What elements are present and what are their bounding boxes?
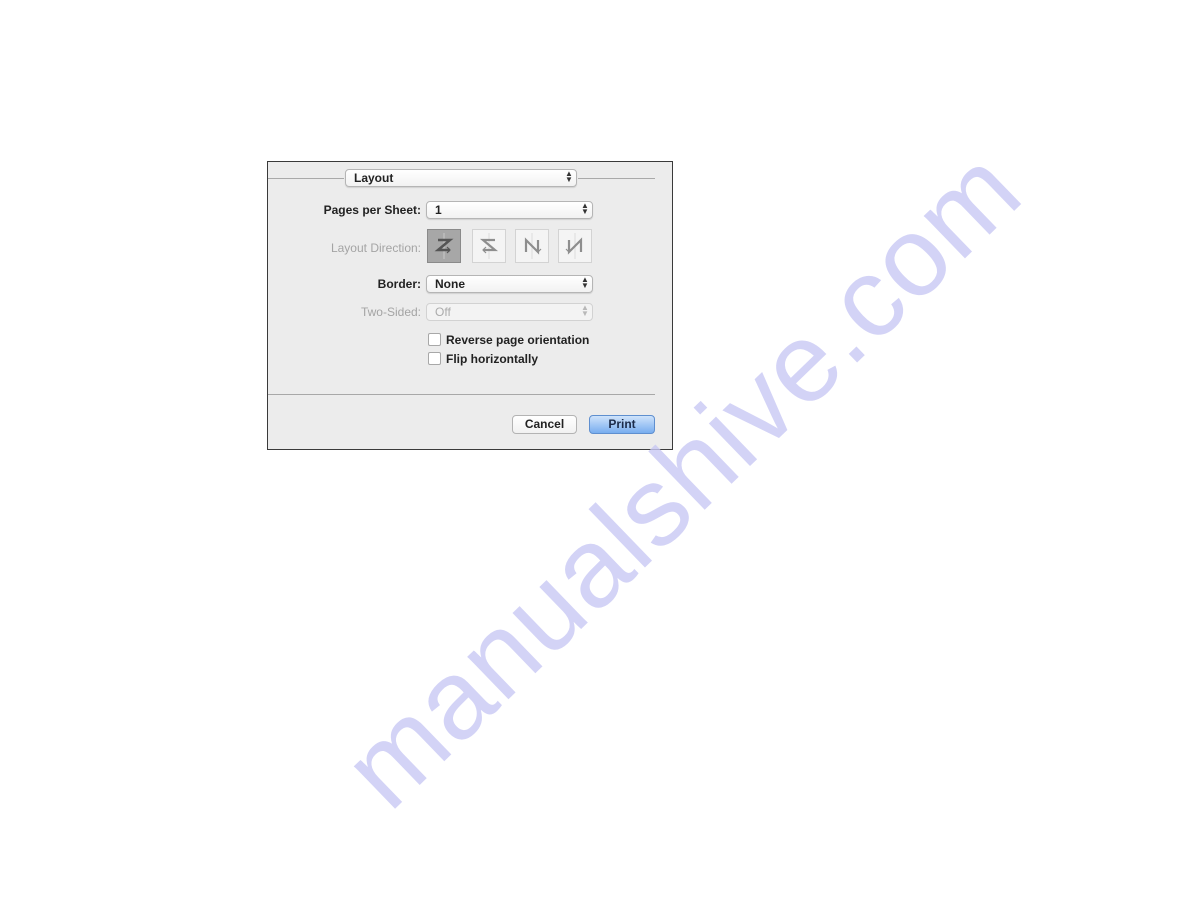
panel-selector-value: Layout (354, 171, 394, 185)
layout-direction-z-button[interactable] (427, 229, 461, 263)
flip-horizontally-checkbox[interactable] (428, 352, 441, 365)
n-order-icon (524, 233, 542, 259)
reverse-page-orientation-checkbox-row[interactable]: Reverse page orientation (428, 332, 589, 348)
flip-horizontally-label: Flip horizontally (446, 352, 538, 366)
reverse-page-orientation-label: Reverse page orientation (446, 333, 590, 347)
flip-horizontally-checkbox-row[interactable]: Flip horizontally (428, 351, 538, 367)
pages-per-sheet-popup[interactable]: 1 ▲ ▼ (426, 201, 593, 219)
pages-per-sheet-value: 1 (435, 203, 442, 217)
print-dialog: Layout ▲ ▼ Pages per Sheet: 1 ▲ ▼ Layout D… (267, 161, 673, 450)
panel-selector-popup[interactable]: Layout ▲ ▼ (345, 169, 577, 187)
border-label: Border: (377, 277, 421, 291)
two-sided-popup[interactable]: Off ▲ ▼ (426, 303, 593, 321)
layout-direction-reverse-z-button[interactable] (472, 229, 506, 263)
up-down-arrows-icon: ▲ ▼ (565, 169, 573, 184)
reverse-z-order-icon (479, 233, 499, 259)
border-popup[interactable]: None ▲ ▼ (426, 275, 593, 293)
up-down-arrows-icon: ▲ ▼ (581, 201, 589, 216)
reverse-n-order-icon (565, 233, 583, 259)
divider-right (578, 178, 655, 179)
reverse-page-orientation-checkbox[interactable] (428, 333, 441, 346)
layout-direction-n-button[interactable] (515, 229, 549, 263)
print-button[interactable]: Print (589, 415, 655, 434)
z-order-icon (434, 233, 454, 259)
border-value: None (435, 277, 465, 291)
up-down-arrows-icon: ▲ ▼ (581, 303, 589, 318)
cancel-button[interactable]: Cancel (512, 415, 577, 434)
up-down-arrows-icon: ▲ ▼ (581, 275, 589, 290)
layout-direction-label: Layout Direction: (330, 241, 421, 255)
footer-divider (268, 394, 655, 395)
two-sided-label: Two-Sided: (360, 305, 421, 319)
divider-left (268, 178, 344, 179)
pages-per-sheet-label: Pages per Sheet: (323, 203, 421, 217)
two-sided-value: Off (435, 305, 451, 319)
layout-direction-reverse-n-button[interactable] (558, 229, 592, 263)
